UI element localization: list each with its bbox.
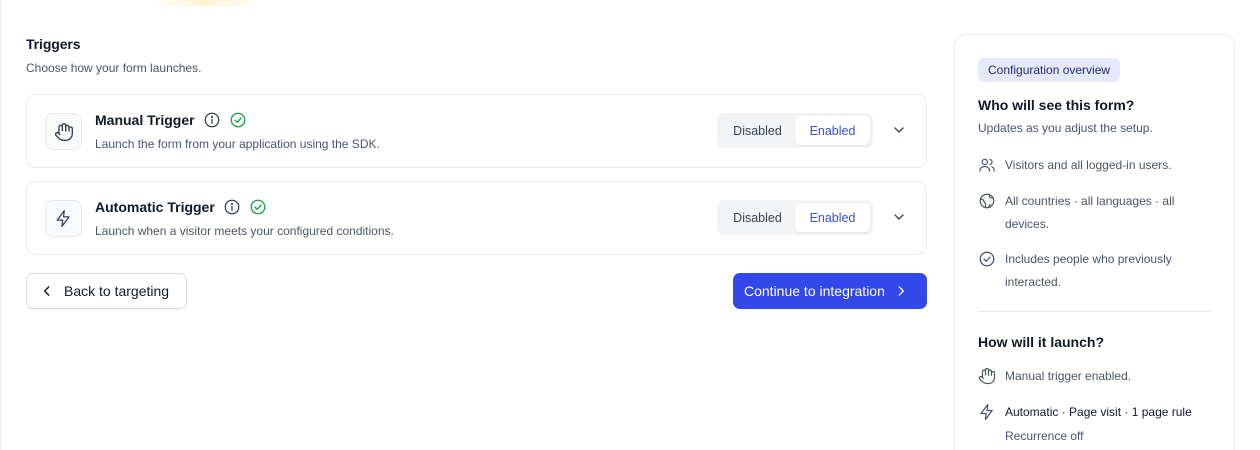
- manual-trigger-title: Manual Trigger: [95, 112, 195, 128]
- continue-to-integration-button[interactable]: Continue to integration: [733, 273, 927, 309]
- chevron-right-icon: [894, 284, 908, 298]
- automatic-trigger-description: Launch when a visitor meets your configu…: [95, 224, 394, 238]
- audience-item: Visitors and all logged-in users.: [978, 154, 1218, 177]
- audience-item-text: Includes people who previously interacte…: [1005, 252, 1172, 289]
- manual-trigger-toggle: Disabled Enabled: [717, 113, 873, 148]
- check-circle-icon: [249, 198, 267, 216]
- launch-item-text: Manual trigger enabled.: [1005, 369, 1132, 383]
- info-icon[interactable]: [203, 111, 221, 129]
- lightning-icon: [45, 200, 82, 237]
- overview-divider: [978, 311, 1212, 312]
- back-to-targeting-button[interactable]: Back to targeting: [26, 273, 187, 309]
- globe-icon: [978, 192, 996, 210]
- check-circle-icon: [229, 111, 247, 129]
- manual-trigger-description: Launch the form from your application us…: [95, 137, 380, 151]
- section-title: Triggers: [26, 36, 81, 52]
- audience-subtitle: Updates as you adjust the setup.: [978, 121, 1153, 135]
- hand-icon: [978, 367, 996, 385]
- manual-disabled-option[interactable]: Disabled: [720, 116, 795, 145]
- triggers-section: Triggers Choose how your form launches. …: [26, 36, 927, 309]
- automatic-trigger-title: Automatic Trigger: [95, 199, 215, 215]
- launch-item: Automatic · Page visit · 1 page rule: [978, 401, 1218, 424]
- audience-item: All countries · all languages · all devi…: [978, 190, 1218, 236]
- chevron-down-icon[interactable]: [891, 122, 907, 138]
- launch-heading: How will it launch?: [978, 334, 1104, 350]
- manual-enabled-option[interactable]: Enabled: [795, 116, 870, 145]
- hand-icon: [45, 113, 82, 150]
- automatic-trigger-toggle: Disabled Enabled: [717, 200, 873, 235]
- section-subtitle: Choose how your form launches.: [26, 61, 202, 75]
- back-button-label: Back to targeting: [64, 283, 170, 299]
- configuration-overview-panel: Configuration overview Who will see this…: [954, 34, 1235, 450]
- overview-badge: Configuration overview: [978, 58, 1121, 82]
- audience-item-text: Visitors and all logged-in users.: [1005, 158, 1172, 172]
- info-icon[interactable]: [223, 198, 241, 216]
- automatic-disabled-option[interactable]: Disabled: [720, 203, 795, 232]
- audience-heading: Who will see this form?: [978, 97, 1135, 113]
- users-icon: [978, 156, 996, 174]
- audience-item-text: All countries · all languages · all devi…: [1005, 194, 1175, 231]
- chevron-down-icon[interactable]: [891, 209, 907, 225]
- check-circle-icon: [978, 250, 996, 268]
- launch-item-text: Recurrence off: [1005, 429, 1084, 443]
- manual-trigger-card: Manual Trigger Launch the form from your…: [26, 94, 927, 168]
- launch-item: Recurrence off: [978, 425, 1218, 448]
- automatic-trigger-card: Automatic Trigger Launch when a visitor …: [26, 181, 927, 255]
- top-decoration: [150, 0, 260, 6]
- continue-button-label: Continue to integration: [744, 283, 885, 299]
- launch-item: Manual trigger enabled.: [978, 365, 1218, 388]
- lightning-icon: [978, 403, 996, 421]
- chevron-left-icon: [40, 284, 54, 298]
- audience-item: Includes people who previously interacte…: [978, 248, 1218, 294]
- automatic-enabled-option[interactable]: Enabled: [795, 203, 870, 232]
- launch-item-text: Automatic · Page visit · 1 page rule: [1005, 405, 1192, 419]
- left-edge: [0, 0, 2, 450]
